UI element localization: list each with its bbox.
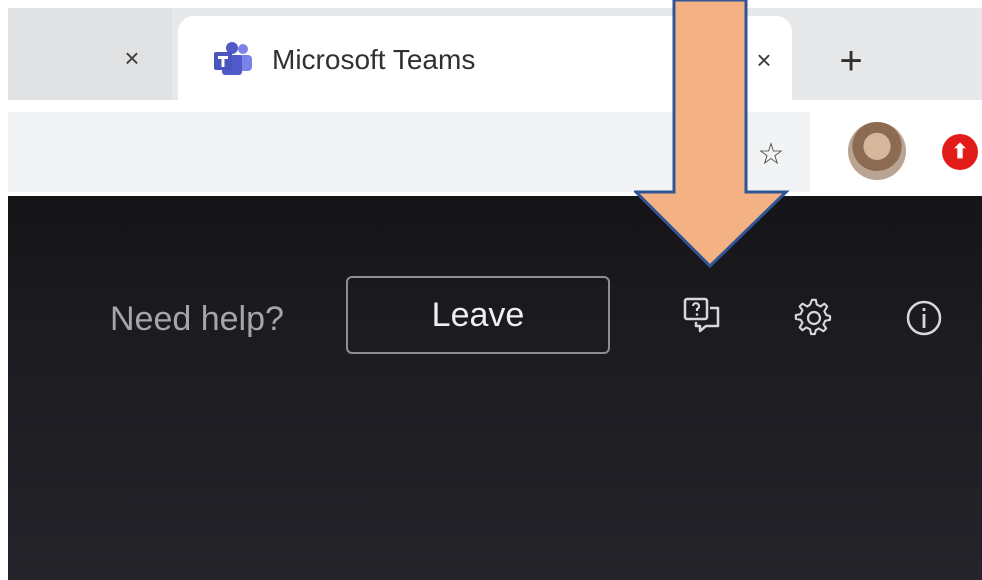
red-extension-icon[interactable]: ⬆ [942,134,978,170]
info-icon[interactable] [904,298,944,338]
tab-title: Microsoft Teams [272,44,476,75]
browser-toolbar: ☆ ⬆ [8,108,982,196]
screenshot-frame: × Microsoft Teams × + ☆ ⬆ Need help? Lea… [0,0,982,580]
tab-previous-close-button[interactable]: × [118,44,146,72]
settings-gear-icon[interactable] [794,298,834,338]
red-extension-glyph: ⬆ [951,141,969,163]
need-help-link[interactable]: Need help? [110,300,284,339]
new-tab-button[interactable]: + [834,41,868,81]
tab-previous[interactable]: × [8,8,172,100]
profile-avatar[interactable] [848,122,906,180]
browser-tab-strip: × Microsoft Teams × + [8,8,982,116]
leave-button[interactable]: Leave [346,276,610,354]
leave-button-label: Leave [431,296,525,334]
annotation-down-arrow [634,0,790,268]
teams-meeting-area: Need help? Leave [8,196,982,580]
teams-logo-icon [214,42,252,75]
help-chat-icon[interactable] [682,296,722,336]
